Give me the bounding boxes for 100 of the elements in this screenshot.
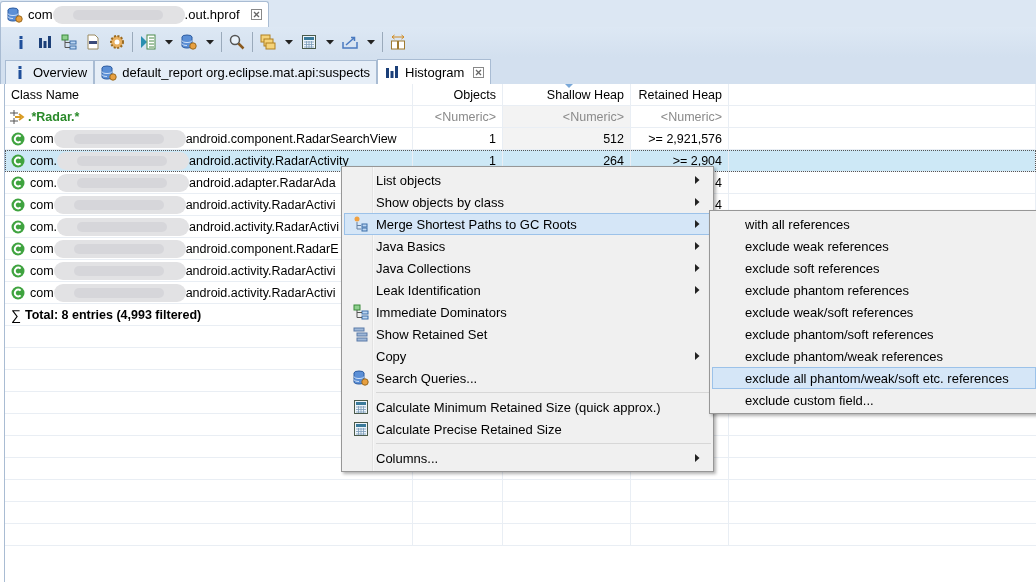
filter-field[interactable]: .*Radar.* — [28, 109, 80, 124]
class-icon — [11, 263, 25, 278]
run-list-icon — [140, 34, 156, 50]
table-cell: 1 — [489, 153, 496, 168]
class-icon — [11, 153, 25, 168]
class-icon — [11, 241, 25, 256]
dropdown-arrow-icon[interactable] — [206, 39, 214, 45]
table-cell: com. — [30, 175, 58, 190]
database-icon — [7, 6, 23, 23]
search-icon — [229, 34, 245, 50]
menu-item[interactable]: Copy — [344, 345, 711, 367]
info-icon — [19, 35, 23, 49]
menu-item[interactable]: Merge Shortest Paths to GC Roots — [344, 213, 711, 235]
table-cell: >= 2,921,576 — [648, 131, 722, 146]
table-cell: 512 — [603, 131, 624, 146]
dropdown-arrow-icon[interactable] — [165, 39, 173, 45]
submenu-arrow-icon — [695, 352, 700, 360]
column-header[interactable]: Objects — [413, 84, 503, 105]
table-cell: android.component.RadarE — [185, 241, 339, 256]
menu-item[interactable]: exclude phantom/soft references — [712, 323, 1036, 345]
menu-item[interactable]: Calculate Precise Retained Size — [344, 418, 711, 440]
list-icon — [352, 326, 369, 342]
menu-item[interactable]: Show Retained Set — [344, 323, 711, 345]
calculator-icon — [301, 34, 317, 50]
menu-item[interactable]: Calculate Minimum Retained Size (quick approx.) — [344, 396, 711, 418]
menu-item[interactable]: exclude phantom/weak references — [712, 345, 1036, 367]
column-header[interactable]: Class Name — [5, 84, 413, 105]
menu-item[interactable]: Immediate Dominators — [344, 301, 711, 323]
dropdown-arrow-icon[interactable] — [326, 39, 334, 45]
submenu-arrow-icon — [695, 176, 700, 184]
bar-chart-icon — [37, 34, 53, 50]
table-cell: android.activity.RadarActivi — [189, 219, 339, 234]
calculator-icon — [352, 399, 369, 415]
info-icon — [18, 66, 22, 79]
menu-item[interactable]: exclude soft references — [712, 257, 1036, 279]
submenu-arrow-icon — [695, 242, 700, 250]
calculator-icon — [352, 421, 369, 437]
menu-item[interactable]: Show objects by class — [344, 191, 711, 213]
table-cell: com — [30, 285, 54, 300]
table-cell: android.activity.RadarActivi — [185, 285, 336, 300]
menu-item[interactable]: exclude weak/soft references — [712, 301, 1036, 323]
menu-item[interactable]: exclude custom field... — [712, 389, 1036, 411]
gear-icon — [109, 34, 125, 50]
submenu-arrow-icon — [695, 220, 700, 228]
table-cell: >= 2,904 — [672, 153, 722, 168]
table-cell: android.component.RadarSearchView — [185, 131, 397, 146]
menu-item[interactable]: exclude phantom references — [712, 279, 1036, 301]
table-cell: com. — [30, 153, 58, 168]
dropdown-arrow-icon[interactable] — [367, 39, 375, 45]
total-label: Total: 8 entries (4,993 filtered) — [25, 307, 202, 322]
table-cell: com — [30, 131, 54, 146]
class-icon — [11, 219, 25, 234]
table-cell: 4 — [715, 175, 722, 190]
menu-item[interactable]: Java Collections — [344, 257, 711, 279]
submenu-arrow-icon — [695, 454, 700, 462]
tree-icon — [352, 304, 369, 320]
class-icon — [11, 197, 25, 212]
table-cell: com — [30, 241, 54, 256]
close-icon[interactable] — [473, 66, 485, 78]
database-gear-icon — [101, 64, 118, 81]
export-icon — [342, 34, 358, 50]
view-tab[interactable]: Histogram — [377, 59, 492, 84]
table-cell: 4 — [715, 197, 722, 212]
submenu-arrow-icon — [695, 286, 700, 294]
table-cell: android.activity.RadarActivity — [189, 153, 349, 168]
close-icon[interactable] — [250, 9, 262, 20]
table-cell: android.activity.RadarActivi — [185, 197, 336, 212]
table-cell: 1 — [489, 131, 496, 146]
database-gear-icon — [181, 34, 197, 50]
view-tab[interactable]: Overview — [5, 60, 95, 84]
menu-item[interactable]: Search Queries... — [344, 367, 711, 389]
tree-icon — [61, 34, 77, 50]
columns-icon — [390, 34, 406, 50]
table-cell: com — [30, 263, 54, 278]
column-header[interactable]: Retained Heap — [631, 84, 729, 105]
tree-icon — [352, 216, 369, 232]
menu-item[interactable]: Columns... — [344, 447, 711, 469]
table-cell: com. — [30, 219, 58, 234]
menu-item[interactable]: Java Basics — [344, 235, 711, 257]
menu-item[interactable]: exclude weak references — [712, 235, 1036, 257]
class-icon — [11, 285, 25, 300]
filter-icon — [9, 108, 25, 125]
class-icon — [11, 175, 25, 190]
menu-item[interactable]: with all references — [712, 213, 1036, 235]
filter-field[interactable]: <Numeric> — [660, 109, 722, 124]
stacked-folders-icon — [260, 34, 276, 50]
view-tab[interactable]: default_report org.eclipse.mat.api:suspects — [94, 60, 378, 84]
filter-field[interactable]: <Numeric> — [434, 109, 496, 124]
database-gear-icon — [352, 370, 369, 386]
column-header[interactable]: Shallow Heap — [503, 84, 631, 105]
bar-chart-icon — [384, 64, 401, 80]
document-icon — [85, 34, 101, 50]
sigma-symbol: ∑ — [11, 306, 21, 323]
menu-item[interactable]: Leak Identification — [344, 279, 711, 301]
dropdown-arrow-icon[interactable] — [285, 39, 293, 45]
submenu-arrow-icon — [695, 198, 700, 206]
menu-item[interactable]: exclude all phantom/weak/soft etc. references — [712, 367, 1036, 389]
editor-tab[interactable]: com .out.hprof — [0, 1, 269, 27]
menu-item[interactable]: List objects — [344, 169, 711, 191]
table-cell: android.activity.RadarActivi — [185, 263, 336, 278]
